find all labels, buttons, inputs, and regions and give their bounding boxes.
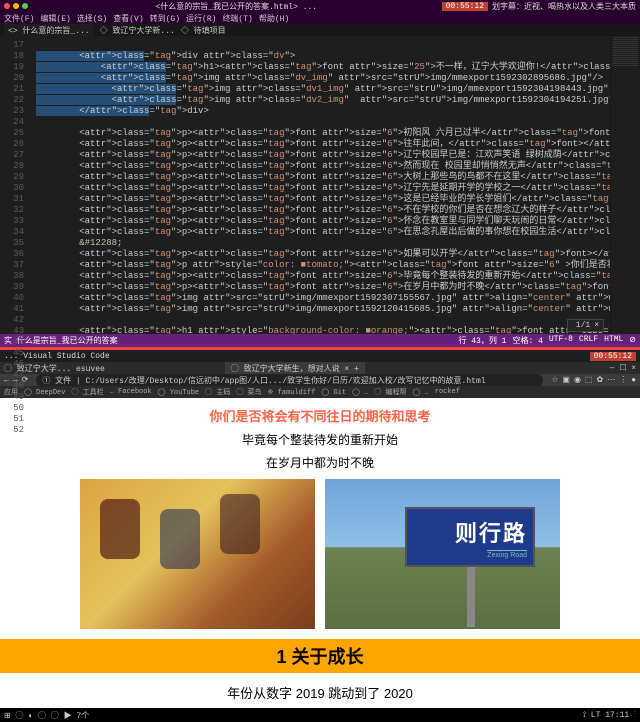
bookmark-2[interactable]: ◯ 工具栏 — [71, 387, 103, 397]
vscode-menubar: 文件(F) 编辑(E) 选择(S) 查看(V) 转到(G) 运行(R) 终端(T… — [0, 12, 640, 24]
bookmark-11[interactable]: ◯ … — [413, 388, 429, 397]
bookmark-12[interactable]: rockef — [435, 388, 460, 396]
find-close-icon[interactable]: × — [594, 321, 599, 330]
browser-window: ... Visual Studio Code 00:55:12 ◯ 致辽宁大学.… — [0, 350, 640, 708]
nav-star[interactable]: ☆ — [551, 375, 558, 385]
page-heading: 1 关于成长 — [0, 643, 640, 669]
record-time-badge-2: 00:55:12 — [590, 352, 636, 361]
menu-go[interactable]: 转到(G) — [150, 13, 180, 24]
window-min-dot[interactable] — [13, 3, 19, 9]
page-line-3: 在岁月中都为时不晚 — [0, 454, 640, 471]
nav-back-icon[interactable]: ← — [4, 376, 9, 385]
editor-tab-2[interactable]: ◇ 致辽宁大学新... — [100, 25, 175, 36]
bookmark-7[interactable]: ※ famuldiff — [268, 388, 316, 397]
browser-tabstrip: ◯ 致辽宁大学... esuvee ◯ 致辽宁大学新生，想对人说 × + — ☐… — [0, 362, 640, 374]
find-widget[interactable]: 1/1 × — [567, 319, 604, 332]
menu-run[interactable]: 运行(R) — [186, 13, 216, 24]
status-feedback-icon[interactable]: ⊘ — [629, 335, 636, 346]
browser-navbar: ← → ⟳ ① 文件 | C:/Users/改理/Desktop/信远初中/ap… — [0, 374, 640, 386]
bookmark-8[interactable]: ◯ Git — [321, 388, 346, 397]
menu-terminal[interactable]: 终端(T) — [222, 13, 252, 24]
nav-ext3[interactable]: ⬚ — [585, 375, 593, 385]
sign-pole — [467, 567, 475, 627]
editor-tab-active[interactable]: <> 什么意的宗旨_... — [4, 24, 94, 37]
start-icon[interactable]: ⊞ — [4, 712, 11, 721]
record-caption: 划字幕：近视、喝热水以及人类三大本质 — [492, 1, 636, 12]
vscode-statusbar: 实 什么是宗旨_我已公开的答案 行 43，列 1 空格: 4 UTF-8 CRL… — [0, 334, 640, 347]
bookmarks-bar: 应用 ◯ DeepDev ◯ 工具栏 … Facebook ◯ YouTube … — [0, 386, 640, 398]
url-bar[interactable]: ① 文件 | C:/Users/改理/Desktop/信远初中/app图/人口.… — [36, 374, 543, 387]
browser-tab-active[interactable]: ◯ 致辽宁大学新生，想对人说 × + — [225, 362, 365, 375]
rendered-page[interactable]: 你们是否将会有不同往日的期待和思考 毕竟每个整装待发的重新开始 在岁月中都为时不… — [0, 398, 640, 708]
bookmark-4[interactable]: ◯ YouTube — [158, 388, 199, 397]
status-cursor[interactable]: 行 43，列 1 — [458, 335, 506, 346]
task-count: 7个 — [76, 712, 89, 721]
window-title: <什么意的宗旨_我已公开的答案.html> ... — [31, 1, 442, 12]
menu-edit[interactable]: 编辑(E) — [40, 13, 70, 24]
bookmark-1[interactable]: ◯ DeepDev — [24, 388, 65, 397]
orange-heading-band: 1 关于成长 — [0, 639, 640, 673]
bookmark-10[interactable]: ◯ 编程帮 — [374, 387, 406, 397]
vscode-titlebar: <什么意的宗旨_我已公开的答案.html> ... 00:55:12 划字幕：近… — [0, 0, 640, 12]
window-max-dot[interactable] — [22, 3, 28, 9]
status-encoding[interactable]: UTF-8 — [549, 335, 573, 346]
nav-ext4[interactable]: ✿ — [596, 375, 603, 385]
vscode-tabbar: <> 什么意的宗旨_... ◇ 致辽宁大学新... ◇ 待填项目 — [0, 24, 640, 36]
find-count: 1/1 — [576, 321, 590, 330]
status-lang[interactable]: HTML — [604, 335, 623, 346]
page-image-left — [80, 479, 315, 629]
page-image-right: 则行路 Zexing Road — [325, 479, 560, 629]
nav-menu[interactable]: ⋮ — [619, 375, 627, 385]
bookmark-6[interactable]: ◯ 菜鸟 — [236, 387, 261, 397]
code-editor[interactable]: 1718192021222324252627282930313233343536… — [0, 36, 640, 334]
menu-selection[interactable]: 选择(S) — [77, 13, 107, 24]
status-indent[interactable]: 空格: 4 — [512, 335, 542, 346]
sign-cn: 则行路 — [455, 516, 527, 548]
code-content[interactable]: <attr">class="tag">div attr">class="dv">… — [28, 36, 610, 334]
status-eol[interactable]: CRLF — [579, 335, 598, 346]
page-line-4: 年份从数字 2019 跳动到了 2020 — [0, 683, 640, 702]
bookmark-5[interactable]: ◯ 主码 — [205, 387, 230, 397]
nav-avatar[interactable]: ● — [631, 376, 636, 385]
record-time-badge: 00:55:12 — [442, 2, 488, 11]
page-line-1: 你们是否将会有不同往日的期待和思考 — [0, 406, 640, 425]
nav-ext2[interactable]: ◉ — [574, 375, 581, 385]
task-item-5[interactable]: ▶ — [64, 712, 72, 721]
tray-clock[interactable]: ⟟ LT 17:11 ⋮ — [583, 711, 636, 720]
sign-en: Zexing Road — [487, 550, 527, 559]
task-item-3[interactable]: ◯ — [38, 712, 46, 721]
minimap[interactable] — [610, 36, 640, 334]
task-item-2[interactable]: ◐ — [28, 712, 33, 721]
task-item-1[interactable]: ◯ — [16, 712, 24, 721]
task-item-4[interactable]: ◯ — [51, 712, 59, 721]
bookmark-3[interactable]: … Facebook — [110, 388, 152, 396]
window-close-dot[interactable] — [4, 3, 10, 9]
page-line-2: 毕竟每个整装待发的重新开始 — [0, 431, 640, 448]
menu-help[interactable]: 帮助(H) — [259, 13, 289, 24]
editor-tab-3[interactable]: ◇ 待填项目 — [181, 25, 226, 36]
menu-file[interactable]: 文件(F) — [4, 13, 34, 24]
street-sign: 则行路 Zexing Road — [405, 507, 535, 567]
browser-titlebar: ... Visual Studio Code 00:55:12 — [0, 350, 640, 362]
menu-view[interactable]: 查看(V) — [113, 13, 143, 24]
nav-more[interactable]: ⋯ — [607, 375, 615, 385]
bookmark-9[interactable]: ◯ … — [352, 388, 368, 397]
nav-ext1[interactable]: ▣ — [562, 375, 570, 385]
line-gutter: 1718192021222324252627282930313233343536… — [0, 36, 28, 334]
